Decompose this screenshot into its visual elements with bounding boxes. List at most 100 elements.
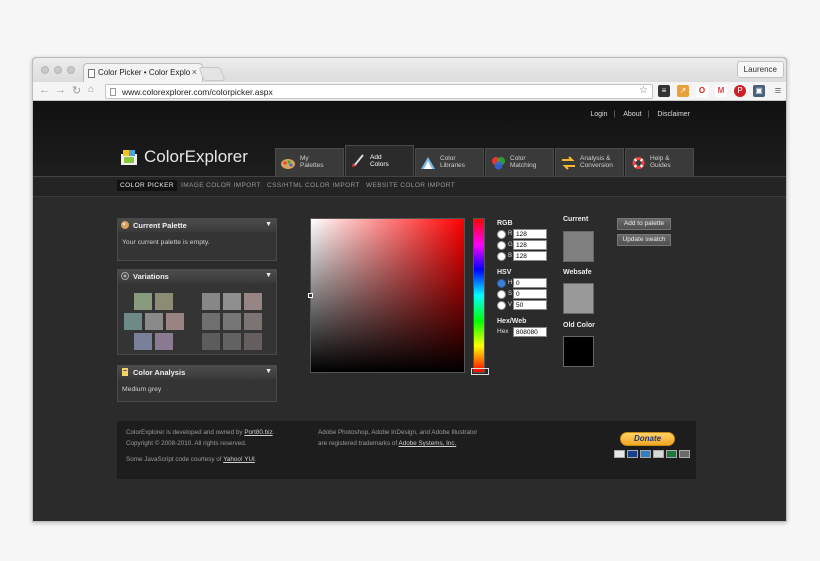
- subnav-image-color-import[interactable]: IMAGE COLOR IMPORT: [181, 182, 261, 189]
- tab-label: Analysis &: [580, 155, 611, 162]
- old-color-swatch[interactable]: [563, 336, 594, 367]
- title-bar: Color Picker • Color Explo × Laurence: [33, 58, 786, 82]
- r-input[interactable]: [513, 229, 547, 239]
- tab-color-libraries[interactable]: Color Libraries: [415, 148, 484, 176]
- variation-swatch[interactable]: [155, 333, 173, 350]
- variation-swatch[interactable]: [223, 333, 241, 350]
- login-link[interactable]: Login: [590, 111, 607, 118]
- tab-add-colors[interactable]: Add Colors: [345, 145, 414, 176]
- colorexplorer-logo-icon: [121, 150, 137, 165]
- h-input[interactable]: [513, 278, 547, 288]
- analysis-icon: [122, 368, 128, 376]
- panel-title: Current Palette: [133, 221, 187, 230]
- site-logo[interactable]: ColorExplorer: [144, 147, 248, 167]
- back-arrow-icon[interactable]: ←: [39, 84, 50, 96]
- update-swatch-button[interactable]: Update swatch: [617, 234, 671, 246]
- opera-extension-icon[interactable]: O: [696, 85, 708, 97]
- g-input[interactable]: [513, 240, 547, 250]
- subnav-css-html-color-import[interactable]: CSS/HTML COLOR IMPORT: [267, 182, 360, 189]
- subnav-color-picker[interactable]: COLOR PICKER: [117, 180, 177, 191]
- forward-arrow-icon[interactable]: →: [55, 84, 66, 96]
- about-link[interactable]: About: [623, 111, 641, 118]
- tab-label: Help &: [650, 155, 670, 162]
- yahoo-yui-link[interactable]: Yahoo! YUI: [223, 456, 255, 463]
- web-page: Login | About | Disclaimer ColorExplorer M…: [33, 101, 786, 521]
- add-to-palette-button[interactable]: Add to palette: [617, 218, 671, 230]
- footer-text: .: [272, 429, 275, 436]
- hue-slider-handle[interactable]: [471, 368, 489, 375]
- websafe-label: Websafe: [563, 269, 592, 276]
- profile-button[interactable]: Laurence: [736, 61, 784, 78]
- tab-analysis-conversion[interactable]: Analysis & Conversion: [555, 148, 624, 176]
- variation-swatch[interactable]: [145, 313, 163, 330]
- palette-icon: [121, 221, 129, 229]
- color-analysis-header[interactable]: Color Analysis ▼: [118, 366, 276, 379]
- collapse-arrow-icon[interactable]: ▼: [265, 368, 272, 375]
- bookmark-star-icon[interactable]: ☆: [639, 85, 648, 96]
- screenshot-extension-icon[interactable]: ▣: [753, 85, 765, 97]
- variation-swatch[interactable]: [166, 313, 184, 330]
- tab-color-matching[interactable]: Color Matching: [485, 148, 554, 176]
- field-cursor[interactable]: [308, 293, 313, 298]
- color-wheel-icon: [492, 157, 505, 170]
- b-label: B: [508, 253, 513, 259]
- variation-swatch[interactable]: [223, 313, 241, 330]
- zoom-window-button[interactable]: [67, 66, 75, 74]
- new-tab-button[interactable]: [198, 67, 226, 81]
- collapse-arrow-icon[interactable]: ▼: [265, 272, 272, 279]
- feedly-extension-icon[interactable]: ↗: [677, 85, 689, 97]
- s-input[interactable]: [513, 289, 547, 299]
- variation-swatch[interactable]: [244, 293, 262, 310]
- tab-close-icon[interactable]: ×: [192, 67, 197, 77]
- b-input[interactable]: [513, 251, 547, 261]
- paypal-donate-button[interactable]: Donate: [620, 432, 675, 446]
- port80-link[interactable]: Port80.biz: [244, 429, 272, 436]
- collapse-arrow-icon[interactable]: ▼: [265, 221, 272, 228]
- radio-g[interactable]: [497, 241, 506, 250]
- tab-help-guides[interactable]: Help & Guides: [625, 148, 694, 176]
- websafe-swatch[interactable]: [563, 283, 594, 314]
- reload-icon[interactable]: ↻: [72, 84, 81, 97]
- close-window-button[interactable]: [41, 66, 49, 74]
- current-palette-header[interactable]: Current Palette ▼: [118, 219, 276, 232]
- adobe-systems-link[interactable]: Adobe Systems, Inc.: [399, 440, 457, 447]
- variation-swatch[interactable]: [155, 293, 173, 310]
- saturation-value-field[interactable]: [308, 218, 465, 373]
- variation-swatch[interactable]: [134, 293, 152, 310]
- variation-swatch[interactable]: [223, 293, 241, 310]
- discover-icon: [653, 450, 664, 458]
- radio-s[interactable]: [497, 290, 506, 299]
- subnav-website-color-import[interactable]: WEBSITE COLOR IMPORT: [366, 182, 455, 189]
- tab-label: Libraries: [440, 162, 465, 169]
- gmail-extension-icon[interactable]: M: [715, 85, 727, 97]
- panel-title: Variations: [133, 272, 169, 281]
- radio-h[interactable]: [497, 279, 506, 288]
- variations-header[interactable]: Variations ▼: [118, 270, 276, 283]
- minimize-window-button[interactable]: [54, 66, 62, 74]
- radio-r[interactable]: [497, 230, 506, 239]
- buffer-extension-icon[interactable]: ≡: [658, 85, 670, 97]
- v-input[interactable]: [513, 300, 547, 310]
- hsv-label: HSV: [497, 269, 512, 276]
- radio-v[interactable]: [497, 301, 506, 310]
- variation-swatch[interactable]: [202, 313, 220, 330]
- tab-label: Color: [510, 155, 526, 162]
- variation-swatch[interactable]: [244, 313, 262, 330]
- variation-swatch[interactable]: [202, 333, 220, 350]
- tab-my-palettes[interactable]: My Palettes: [275, 148, 344, 176]
- page-icon: [88, 69, 95, 78]
- variation-swatch[interactable]: [202, 293, 220, 310]
- pinterest-extension-icon[interactable]: P: [734, 85, 746, 97]
- hex-input[interactable]: [513, 327, 547, 337]
- radio-b[interactable]: [497, 252, 506, 261]
- variation-swatch[interactable]: [124, 313, 142, 330]
- variation-swatch[interactable]: [134, 333, 152, 350]
- variation-swatch[interactable]: [244, 333, 262, 350]
- disclaimer-link[interactable]: Disclaimer: [657, 111, 690, 118]
- address-bar[interactable]: www.colorexplorer.com/colorpicker.aspx ☆: [105, 84, 653, 99]
- home-icon[interactable]: ⌂: [88, 84, 94, 95]
- browser-tab[interactable]: Color Picker • Color Explo ×: [83, 63, 203, 82]
- paintbrush-icon: [352, 154, 364, 167]
- hue-slider[interactable]: [473, 218, 485, 373]
- menu-icon[interactable]: ≡: [772, 85, 784, 97]
